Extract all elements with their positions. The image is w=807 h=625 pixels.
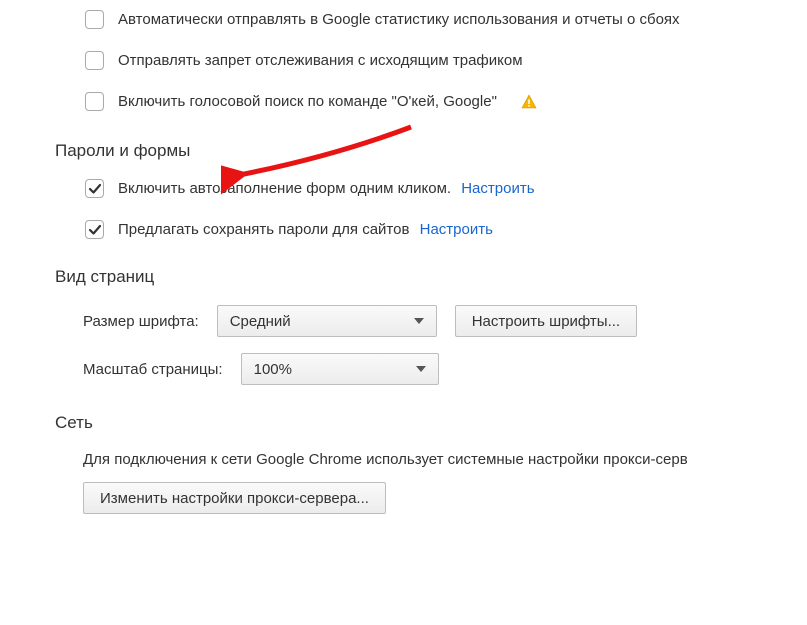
stats-reports-row[interactable]: Автоматически отправлять в Google статис… [85, 10, 807, 29]
voice-search-label: Включить голосовой поиск по команде "О'к… [118, 93, 497, 110]
page-zoom-select[interactable]: 100% [241, 353, 439, 385]
passwords-forms-heading: Пароли и формы [55, 141, 807, 161]
save-passwords-checkbox[interactable] [85, 220, 104, 239]
configure-fonts-button[interactable]: Настроить шрифты... [455, 305, 637, 337]
do-not-track-checkbox[interactable] [85, 51, 104, 70]
autofill-checkbox[interactable] [85, 179, 104, 198]
page-zoom-row: Масштаб страницы: 100% [83, 353, 807, 385]
save-passwords-row[interactable]: Предлагать сохранять пароли для сайтов Н… [85, 220, 807, 239]
autofill-configure-link[interactable]: Настроить [461, 180, 534, 197]
stats-reports-label: Автоматически отправлять в Google статис… [118, 11, 680, 28]
font-size-select[interactable]: Средний [217, 305, 437, 337]
font-size-row: Размер шрифта: Средний Настроить шрифты.… [83, 305, 807, 337]
chevron-down-icon [414, 318, 424, 324]
font-size-label: Размер шрифта: [83, 313, 199, 330]
network-description: Для подключения к сети Google Chrome исп… [83, 451, 807, 468]
voice-search-checkbox[interactable] [85, 92, 104, 111]
autofill-row[interactable]: Включить автозаполнение форм одним клико… [85, 179, 807, 198]
autofill-label: Включить автозаполнение форм одним клико… [118, 180, 451, 197]
proxy-settings-button[interactable]: Изменить настройки прокси-сервера... [83, 482, 386, 514]
chevron-down-icon [416, 366, 426, 372]
save-passwords-configure-link[interactable]: Настроить [420, 221, 493, 238]
page-zoom-label: Масштаб страницы: [83, 361, 223, 378]
stats-reports-checkbox[interactable] [85, 10, 104, 29]
do-not-track-label: Отправлять запрет отслеживания с исходящ… [118, 52, 523, 69]
network-heading: Сеть [55, 413, 807, 433]
appearance-heading: Вид страниц [55, 267, 807, 287]
font-size-value: Средний [230, 313, 291, 330]
warning-icon [521, 94, 537, 110]
save-passwords-label: Предлагать сохранять пароли для сайтов [118, 221, 409, 238]
do-not-track-row[interactable]: Отправлять запрет отслеживания с исходящ… [85, 51, 807, 70]
voice-search-row[interactable]: Включить голосовой поиск по команде "О'к… [85, 92, 807, 111]
page-zoom-value: 100% [254, 361, 292, 378]
